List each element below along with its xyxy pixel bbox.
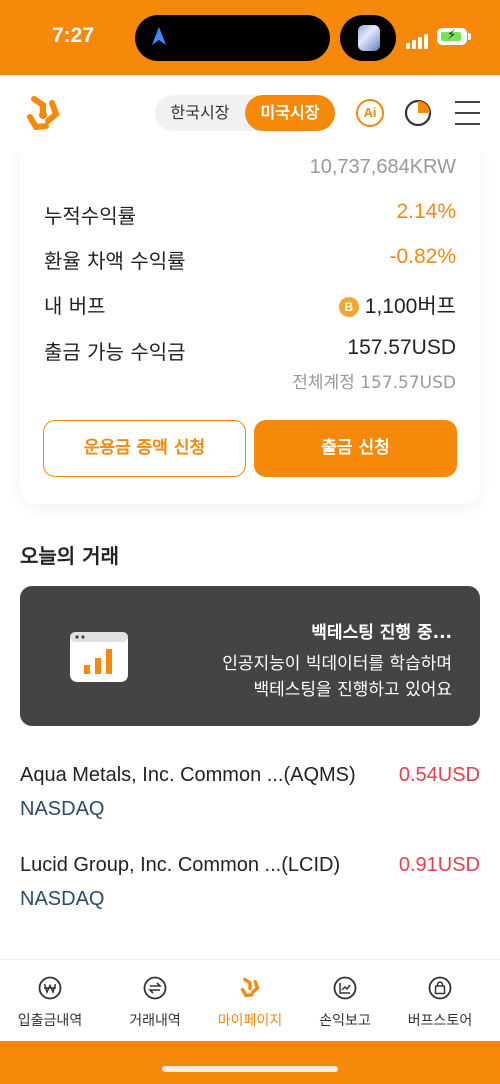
nav-deposit-history[interactable]: 입출금내역	[0, 960, 100, 1042]
logo-icon[interactable]	[22, 93, 64, 135]
stock-exchange: NASDAQ	[20, 798, 105, 820]
nav-buff-store[interactable]: 버프스토어	[390, 960, 490, 1042]
row-label: 환율 차액 수익률	[44, 249, 186, 273]
row-value: 2.14%	[396, 200, 456, 223]
account-summary-card: 10,737,684KRW 누적수익률 2.14% 환율 차액 수익률 -0.8…	[20, 120, 480, 504]
logo-icon	[240, 977, 260, 998]
status-bar: 7:27 ⚡	[0, 0, 500, 75]
fx-return-row: 환율 차액 수익률 -0.82%	[44, 245, 456, 275]
section-title: 오늘의 거래	[20, 544, 119, 568]
row-label: 출금 가능 수익금	[44, 340, 186, 364]
won-coin-icon	[38, 976, 62, 1000]
my-buff-row: 내 버프 B 1,100버프	[44, 290, 456, 320]
total-account-note: 전체계정 157.57USD	[292, 373, 456, 393]
dynamic-island-activity	[340, 15, 396, 61]
pie-chart-icon[interactable]	[404, 99, 432, 127]
backtest-description: 백테스팅을 진행하고 있어요	[253, 680, 453, 700]
nav-profit-report[interactable]: 손익보고	[295, 960, 395, 1042]
withdrawable-profit-row: 출금 가능 수익금 157.57USD	[44, 336, 456, 366]
backtest-banner: 백테스팅 진행 중... 인공지능이 빅데이터를 학습하며 백테스팅을 진행하고…	[20, 586, 480, 726]
buff-amount: 1,100버프	[364, 295, 456, 318]
backtest-title: 백테스팅 진행 중...	[311, 623, 452, 643]
chart-icon	[333, 976, 357, 1000]
nav-label: 입출금내역	[17, 1013, 83, 1029]
battery-icon: ⚡	[437, 28, 467, 45]
row-label: 내 버프	[44, 294, 106, 318]
shopping-bag-icon	[428, 976, 452, 1000]
nav-label: 거래내역	[129, 1013, 181, 1029]
stock-price: 0.91USD	[398, 854, 480, 876]
nav-my-page[interactable]: 마이페이지	[200, 960, 300, 1042]
row-value: 157.57USD	[347, 336, 456, 359]
row-value: -0.82%	[389, 245, 456, 268]
nav-trade-history[interactable]: 거래내역	[105, 960, 205, 1042]
increase-fund-button[interactable]: 운용금 증액 신청	[43, 420, 246, 477]
stock-name: Aqua Metals, Inc. Common ...(AQMS)	[20, 764, 356, 786]
stock-name: Lucid Group, Inc. Common ...(LCID)	[20, 854, 341, 876]
cellular-signal-icon	[406, 30, 430, 49]
app-header: 한국시장 미국시장 Ai	[0, 75, 500, 153]
nav-label: 마이페이지	[217, 1013, 283, 1029]
nav-label: 손익보고	[319, 1013, 371, 1029]
total-krw: 10,737,684KRW	[309, 156, 456, 178]
home-indicator[interactable]	[162, 1066, 338, 1072]
exchange-icon	[143, 976, 167, 1000]
list-item[interactable]: Aqua Metals, Inc. Common ...(AQMS) 0.54U…	[20, 764, 480, 834]
now-playing-thumbnail	[358, 25, 380, 51]
bar-chart-icon	[70, 632, 128, 682]
backtest-description: 인공지능이 빅데이터를 학습하며	[222, 654, 452, 674]
withdraw-button[interactable]: 출금 신청	[254, 420, 457, 477]
location-arrow-icon	[152, 27, 166, 45]
market-toggle: 한국시장 미국시장	[155, 95, 335, 131]
ai-icon[interactable]: Ai	[356, 99, 384, 127]
home-indicator-area	[0, 1041, 500, 1084]
buff-coin-icon: B	[338, 297, 359, 317]
stock-price: 0.54USD	[398, 764, 480, 786]
cumulative-return-row: 누적수익률 2.14%	[44, 200, 456, 230]
menu-icon[interactable]	[455, 101, 480, 125]
list-item[interactable]: Lucid Group, Inc. Common ...(LCID) 0.91U…	[20, 854, 480, 924]
nav-label: 버프스토어	[407, 1013, 473, 1029]
us-market-tab[interactable]: 미국시장	[245, 95, 335, 131]
row-label: 누적수익률	[44, 204, 136, 228]
bottom-nav: 입출금내역 거래내역 마이페이지 손익보고 버프스토어	[0, 959, 500, 1041]
stock-exchange: NASDAQ	[20, 888, 105, 910]
row-value: B 1,100버프	[338, 290, 456, 320]
korea-market-tab[interactable]: 한국시장	[155, 95, 245, 131]
status-time: 7:27	[52, 24, 95, 47]
